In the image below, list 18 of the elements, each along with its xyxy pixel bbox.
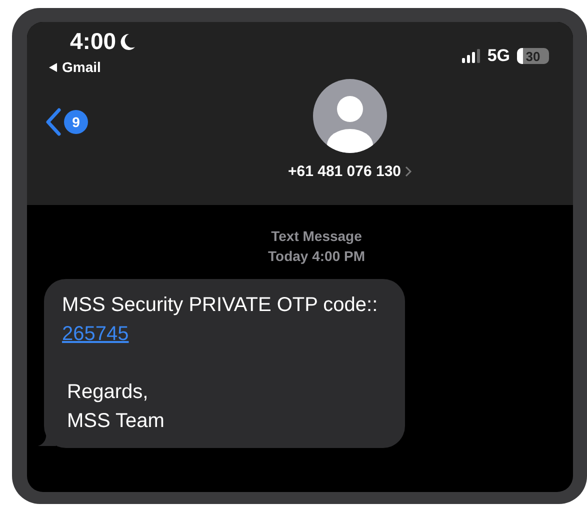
chevron-right-icon: [405, 166, 412, 177]
network-type: 5G: [487, 46, 510, 66]
message-text: MSS Security PRIVATE OTP code:: 265745: [62, 293, 379, 347]
avatar-icon: [313, 79, 388, 153]
signoff-line: MSS Team: [66, 409, 166, 434]
battery-icon: 30: [517, 48, 549, 64]
moon-icon: [120, 32, 136, 50]
message-timestamp: Today 4:00 PM: [267, 247, 366, 266]
unread-count-badge: 9: [64, 110, 88, 134]
back-triangle-icon: [49, 62, 57, 72]
message-type-label: Text Message: [270, 227, 363, 246]
otp-code-link[interactable]: 265745: [62, 323, 129, 345]
back-chevron-icon[interactable]: [45, 108, 61, 136]
signoff-line: Regards,: [66, 380, 150, 405]
signal-icon: [462, 49, 480, 63]
back-to-app-link[interactable]: Gmail: [49, 59, 101, 75]
contact-number-link[interactable]: +61 481 076 130: [288, 163, 412, 180]
status-time: 4:00: [70, 28, 116, 55]
